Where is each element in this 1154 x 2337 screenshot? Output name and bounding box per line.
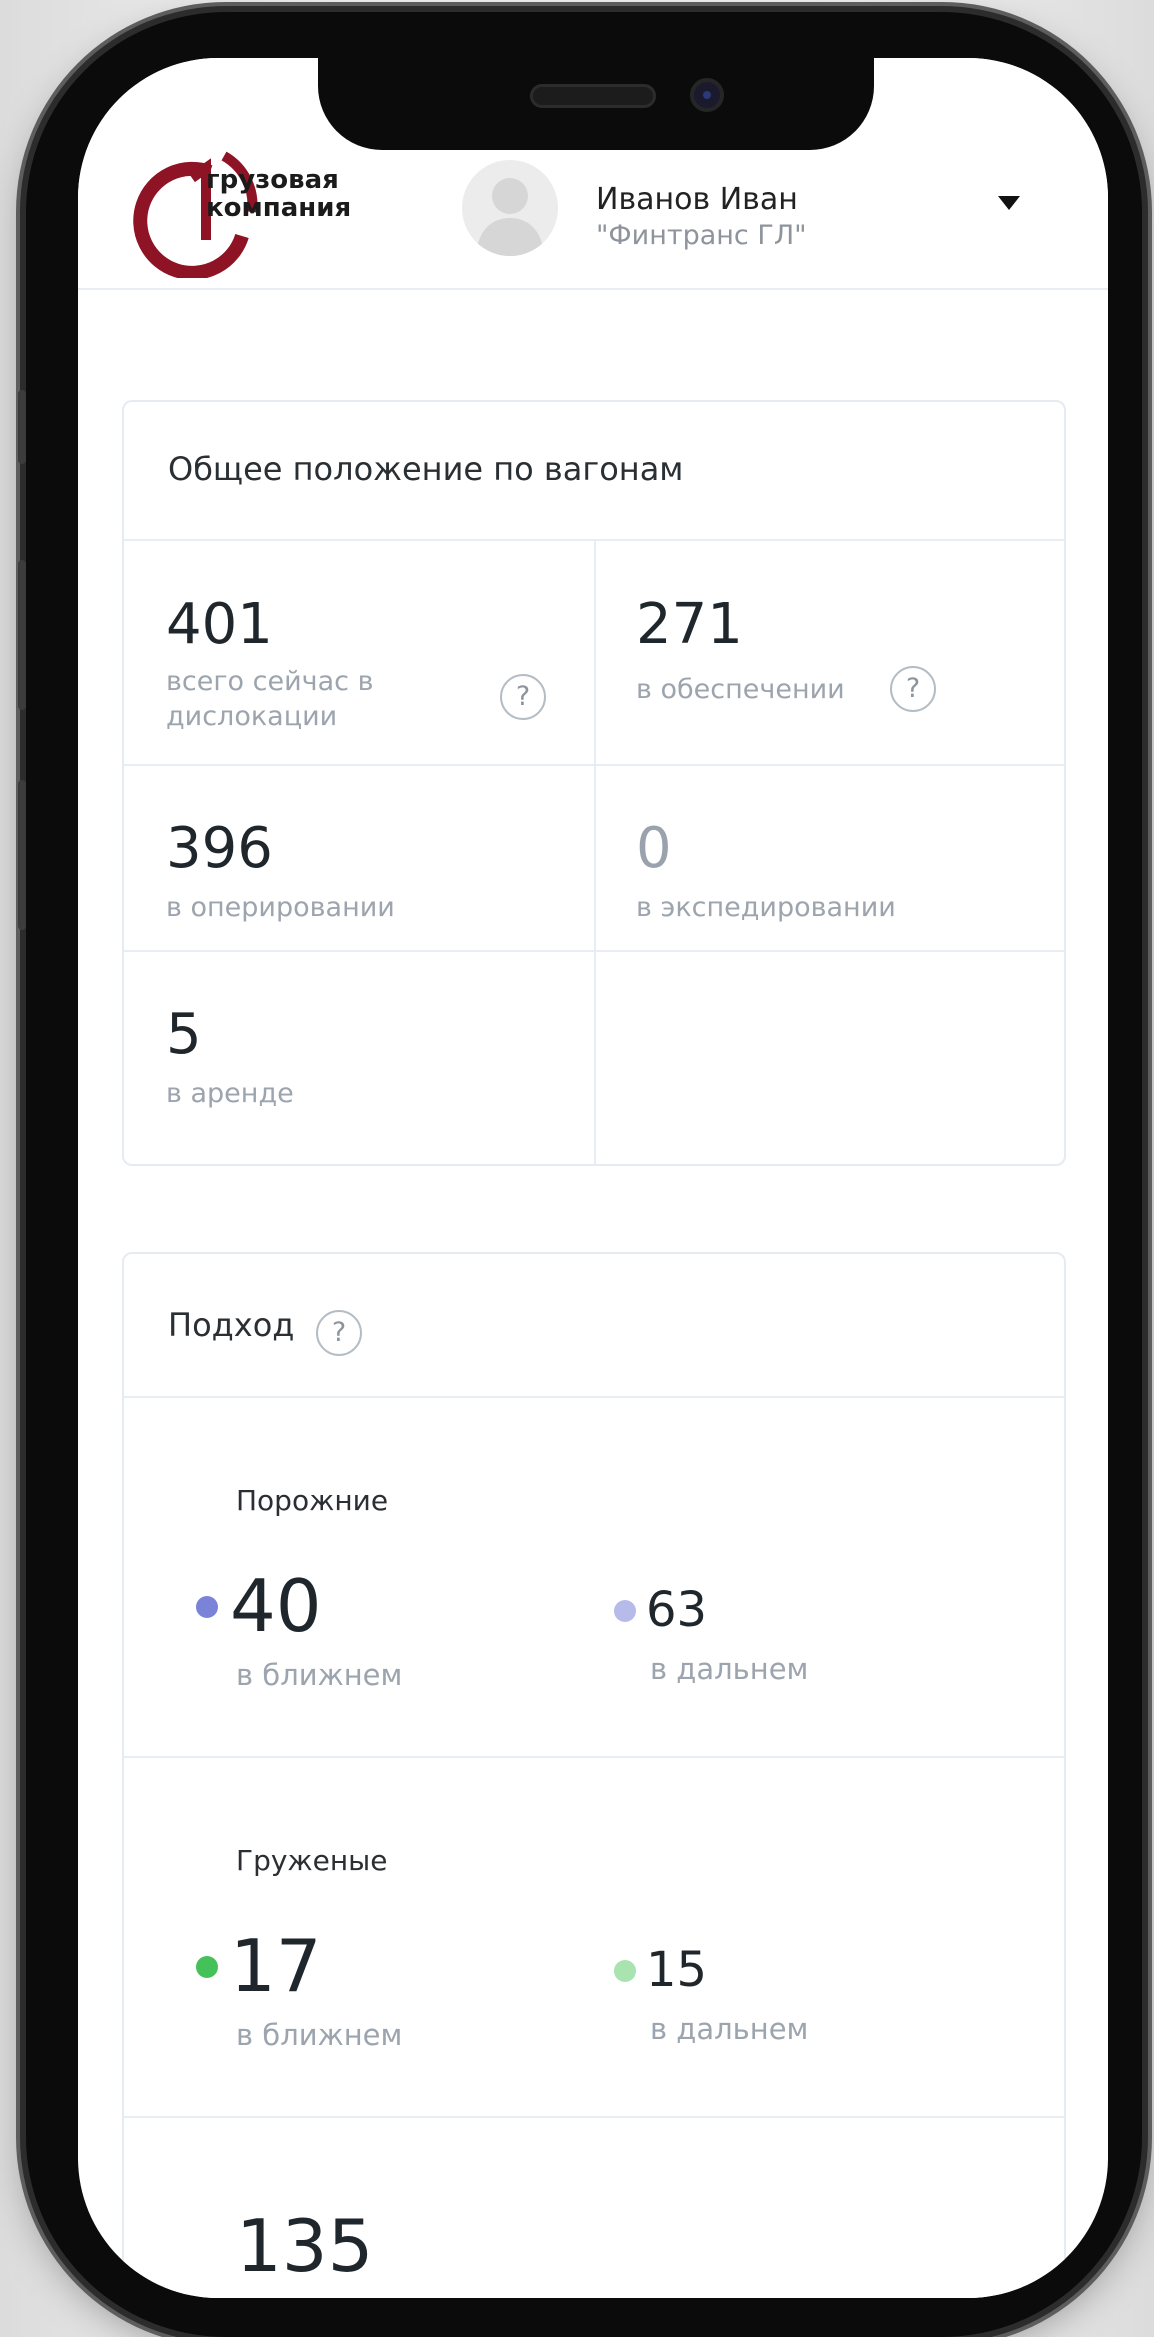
logo-one-icon	[189, 158, 211, 240]
third-section-value: 135	[236, 2204, 374, 2288]
far-empty-label: в дальнем	[650, 1652, 809, 1686]
card-title: Подход	[168, 1306, 295, 1344]
logo-text: грузовая компания	[206, 166, 351, 222]
rent-value: 5	[166, 1002, 202, 1067]
user-placeholder-icon	[476, 178, 544, 256]
logo-line-2: компания	[206, 193, 352, 223]
near-loaded-label: в ближнем	[236, 2018, 403, 2052]
forwarding-label: в экспедировании	[636, 892, 896, 923]
avatar[interactable]	[462, 160, 558, 256]
approach-card: Подход ? Порожние 40 в ближнем 63 в даль…	[122, 1252, 1066, 2298]
side-button-volume-up	[18, 560, 26, 710]
near-empty-value: 40	[230, 1564, 322, 1648]
side-button-volume-down	[18, 780, 26, 930]
provision-value: 271	[636, 592, 743, 657]
rent-label: в аренде	[166, 1078, 294, 1109]
far-loaded-label: в дальнем	[650, 2012, 809, 2046]
wagons-summary-card: Общее положение по вагонам 401 всего сей…	[122, 400, 1066, 1166]
divider	[124, 1396, 1064, 1398]
operating-value: 396	[166, 816, 273, 881]
chevron-down-icon[interactable]	[998, 196, 1020, 210]
total-wagons-label: всего сейчас в дислокации	[166, 666, 374, 732]
operating-label: в оперировании	[166, 892, 395, 923]
near-empty-dot	[196, 1596, 218, 1618]
help-icon[interactable]: ?	[890, 666, 936, 712]
forwarding-value: 0	[636, 816, 672, 881]
front-camera	[690, 78, 724, 112]
far-empty-dot	[614, 1600, 636, 1622]
user-organization[interactable]: "Финтранс ГЛ"	[596, 220, 807, 251]
divider	[124, 1756, 1064, 1758]
logo-line-1: грузовая	[206, 165, 339, 195]
near-empty-label: в ближнем	[236, 1658, 403, 1692]
speaker-grille	[530, 84, 656, 108]
card-title: Общее положение по вагонам	[168, 450, 684, 488]
total-wagons-value: 401	[166, 592, 273, 657]
provision-label: в обеспечении	[636, 674, 845, 705]
far-loaded-value: 15	[646, 1942, 708, 1998]
near-loaded-value: 17	[230, 1924, 322, 2008]
loaded-wagons-title: Груженые	[236, 1844, 388, 1877]
user-name[interactable]: Иванов Иван	[596, 182, 798, 217]
far-loaded-dot	[614, 1960, 636, 1982]
phone-screen: грузовая компания Иванов Иван "Финтранс …	[78, 58, 1108, 2298]
divider	[124, 2116, 1064, 2118]
empty-wagons-title: Порожние	[236, 1484, 389, 1517]
side-button-mute	[18, 390, 26, 464]
column-divider	[594, 541, 596, 1164]
help-icon[interactable]: ?	[500, 674, 546, 720]
help-icon[interactable]: ?	[316, 1310, 362, 1356]
far-empty-value: 63	[646, 1582, 708, 1638]
near-loaded-dot	[196, 1956, 218, 1978]
